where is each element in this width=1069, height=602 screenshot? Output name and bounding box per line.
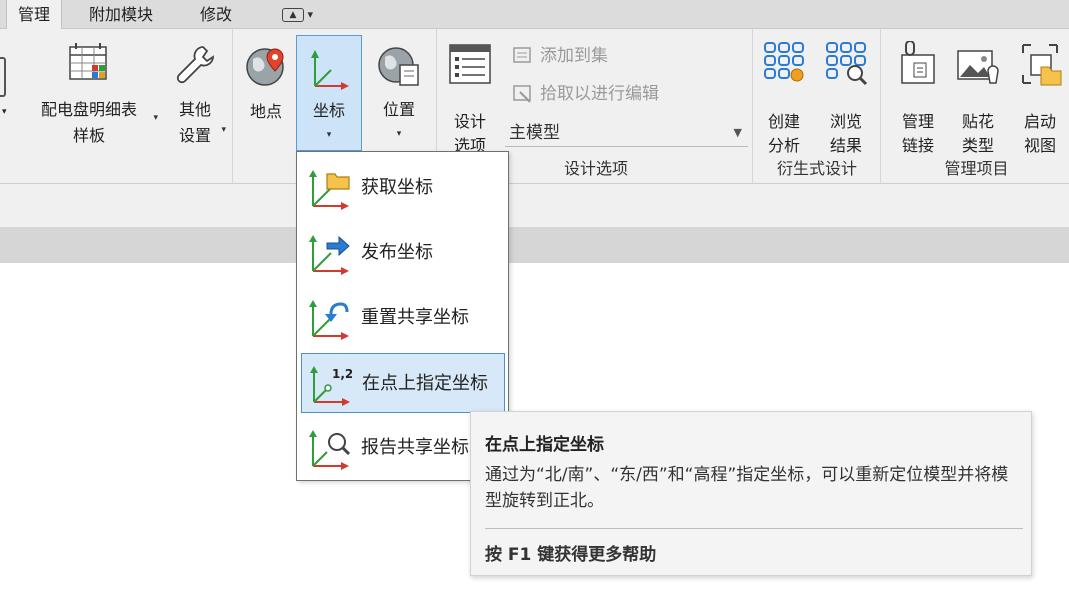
location-button[interactable]: 地点 xyxy=(238,39,294,157)
decal-types-label-2: 类型 xyxy=(961,136,994,155)
publish-coordinates-icon xyxy=(309,235,350,275)
panel-separator xyxy=(752,29,753,183)
menu-item-label: 发布坐标 xyxy=(361,242,433,263)
menu-item-publish-coordinates[interactable]: 发布坐标 xyxy=(301,223,505,283)
options-bar xyxy=(0,184,1069,227)
panel-schedule-icon xyxy=(69,43,107,80)
pick-to-edit-command[interactable]: 拾取以进行编辑 xyxy=(512,81,659,107)
create-analysis-label-2: 分析 xyxy=(767,136,800,155)
other-settings-label-2: 设置 xyxy=(178,126,211,145)
menu-item-reset-shared-coordinates[interactable]: 重置共享坐标 xyxy=(301,288,505,348)
position-label: 位置 xyxy=(382,100,415,119)
options-list-icon xyxy=(449,44,491,84)
starting-view-button[interactable]: 启动 视图 xyxy=(1012,39,1068,157)
acquire-coordinates-icon xyxy=(309,170,350,210)
decal-types-label-1: 贴花 xyxy=(961,112,994,131)
position-button[interactable]: 位置 ▾ xyxy=(368,39,430,157)
view-tab-strip xyxy=(0,227,1069,263)
manage-links-label-2: 链接 xyxy=(901,136,934,155)
starting-view-label-2: 视图 xyxy=(1023,136,1056,155)
menu-item-label: 报告共享坐标 xyxy=(361,437,469,458)
panel-schedule-label-2: 样板 xyxy=(72,126,105,145)
decal-types-button[interactable]: 贴花 类型 xyxy=(950,39,1006,157)
globe-pin-icon xyxy=(246,48,284,86)
cutoff-tool-icon xyxy=(0,57,6,97)
menu-item-acquire-coordinates[interactable]: 获取坐标 xyxy=(301,158,505,218)
reset-coordinates-icon xyxy=(309,300,349,340)
tooltip-help-hint: 按 F1 键获得更多帮助 xyxy=(485,545,657,565)
coordinates-button[interactable]: 坐标 ▾ xyxy=(296,35,362,151)
active-design-option-combo[interactable]: 主模型 ▼ xyxy=(505,119,748,147)
chevron-down-icon: ▾ xyxy=(307,8,314,21)
ribbon-tab-bar: 管理 附加模块 修改 ▲ ▾ xyxy=(0,0,1069,30)
menu-item-specify-coordinates-at-point[interactable]: 1,2 在点上指定坐标 xyxy=(301,353,505,413)
pick-to-edit-icon xyxy=(512,84,534,104)
menu-item-label: 获取坐标 xyxy=(361,177,433,198)
tooltip-title: 在点上指定坐标 xyxy=(485,435,604,455)
coordinates-label: 坐标 xyxy=(312,101,345,120)
create-analysis-icon xyxy=(764,42,804,82)
panel-separator xyxy=(880,29,881,183)
create-analysis-label-1: 创建 xyxy=(767,112,800,131)
tab-modify[interactable]: 修改 xyxy=(190,0,242,29)
ribbon: ▾ 配电盘明细表 ▾ 样板 其他 ▾ 设置 地点 坐标 ▾ 位置 ▾ 设计 选项… xyxy=(0,29,1069,184)
panel-schedule-templates-button[interactable]: 配电盘明细表 ▾ 样板 xyxy=(28,39,158,157)
panel-schedule-label-1: 配电盘明细表 xyxy=(40,100,137,119)
panel-visibility-dropdown[interactable]: ▲ ▾ xyxy=(282,6,322,24)
starting-view-icon xyxy=(1022,44,1062,86)
add-to-set-command[interactable]: 添加到集 xyxy=(512,43,608,69)
panel-label-generative-design: 衍生式设计 xyxy=(776,159,857,178)
coordinate-label-text: 1,2 xyxy=(332,367,352,381)
other-settings-label-1: 其他 xyxy=(178,100,211,119)
manage-links-icon xyxy=(901,41,935,84)
starting-view-label-1: 启动 xyxy=(1023,112,1056,131)
design-options-button[interactable]: 设计 选项 xyxy=(442,39,498,157)
chevron-down-icon: ▾ xyxy=(153,113,158,123)
chevron-down-icon: ▼ xyxy=(733,126,742,139)
other-settings-button[interactable]: 其他 ▾ 设置 xyxy=(164,39,226,157)
tooltip-description: 通过为“北/南”、“东/西”和“高程”指定坐标，可以重新定位模型并将模型旋转到正… xyxy=(485,465,1009,511)
browse-results-icon xyxy=(826,42,868,86)
report-coordinates-icon xyxy=(309,430,351,470)
add-to-set-label: 添加到集 xyxy=(540,46,608,66)
combo-value: 主模型 xyxy=(509,123,560,143)
tooltip: 在点上指定坐标 通过为“北/南”、“东/西”和“高程”指定坐标，可以重新定位模型… xyxy=(470,411,1032,576)
tooltip-divider xyxy=(485,528,1023,529)
manage-links-button[interactable]: 管理 链接 xyxy=(890,39,946,157)
tab-addins[interactable]: 附加模块 xyxy=(82,0,160,29)
menu-item-label: 重置共享坐标 xyxy=(361,307,469,328)
panel-separator xyxy=(232,29,233,183)
location-label: 地点 xyxy=(249,102,282,121)
manage-links-label-1: 管理 xyxy=(901,112,934,131)
add-to-set-icon xyxy=(512,46,534,66)
coordinates-icon xyxy=(311,50,349,90)
design-options-label-1: 设计 xyxy=(453,112,486,131)
panel-label-manage-project: 管理项目 xyxy=(944,159,1009,178)
menu-item-label: 在点上指定坐标 xyxy=(362,373,488,394)
wrench-icon xyxy=(176,46,214,84)
panel-toggle-icon: ▲ xyxy=(282,8,304,22)
chevron-down-icon: ▾ xyxy=(396,129,402,139)
pick-to-edit-label: 拾取以进行编辑 xyxy=(540,84,659,104)
decal-types-icon xyxy=(957,50,999,84)
globe-document-icon xyxy=(378,47,419,86)
browse-results-label-1: 浏览 xyxy=(829,112,862,131)
create-analysis-button[interactable]: 创建 分析 xyxy=(756,39,812,157)
chevron-down-icon: ▾ xyxy=(326,130,332,140)
specify-coordinates-icon: 1,2 xyxy=(310,366,352,406)
tab-manage[interactable]: 管理 xyxy=(6,0,62,30)
browse-results-label-2: 结果 xyxy=(829,136,862,155)
browse-results-button[interactable]: 浏览 结果 xyxy=(818,39,874,157)
chevron-down-icon: ▾ xyxy=(2,107,7,117)
